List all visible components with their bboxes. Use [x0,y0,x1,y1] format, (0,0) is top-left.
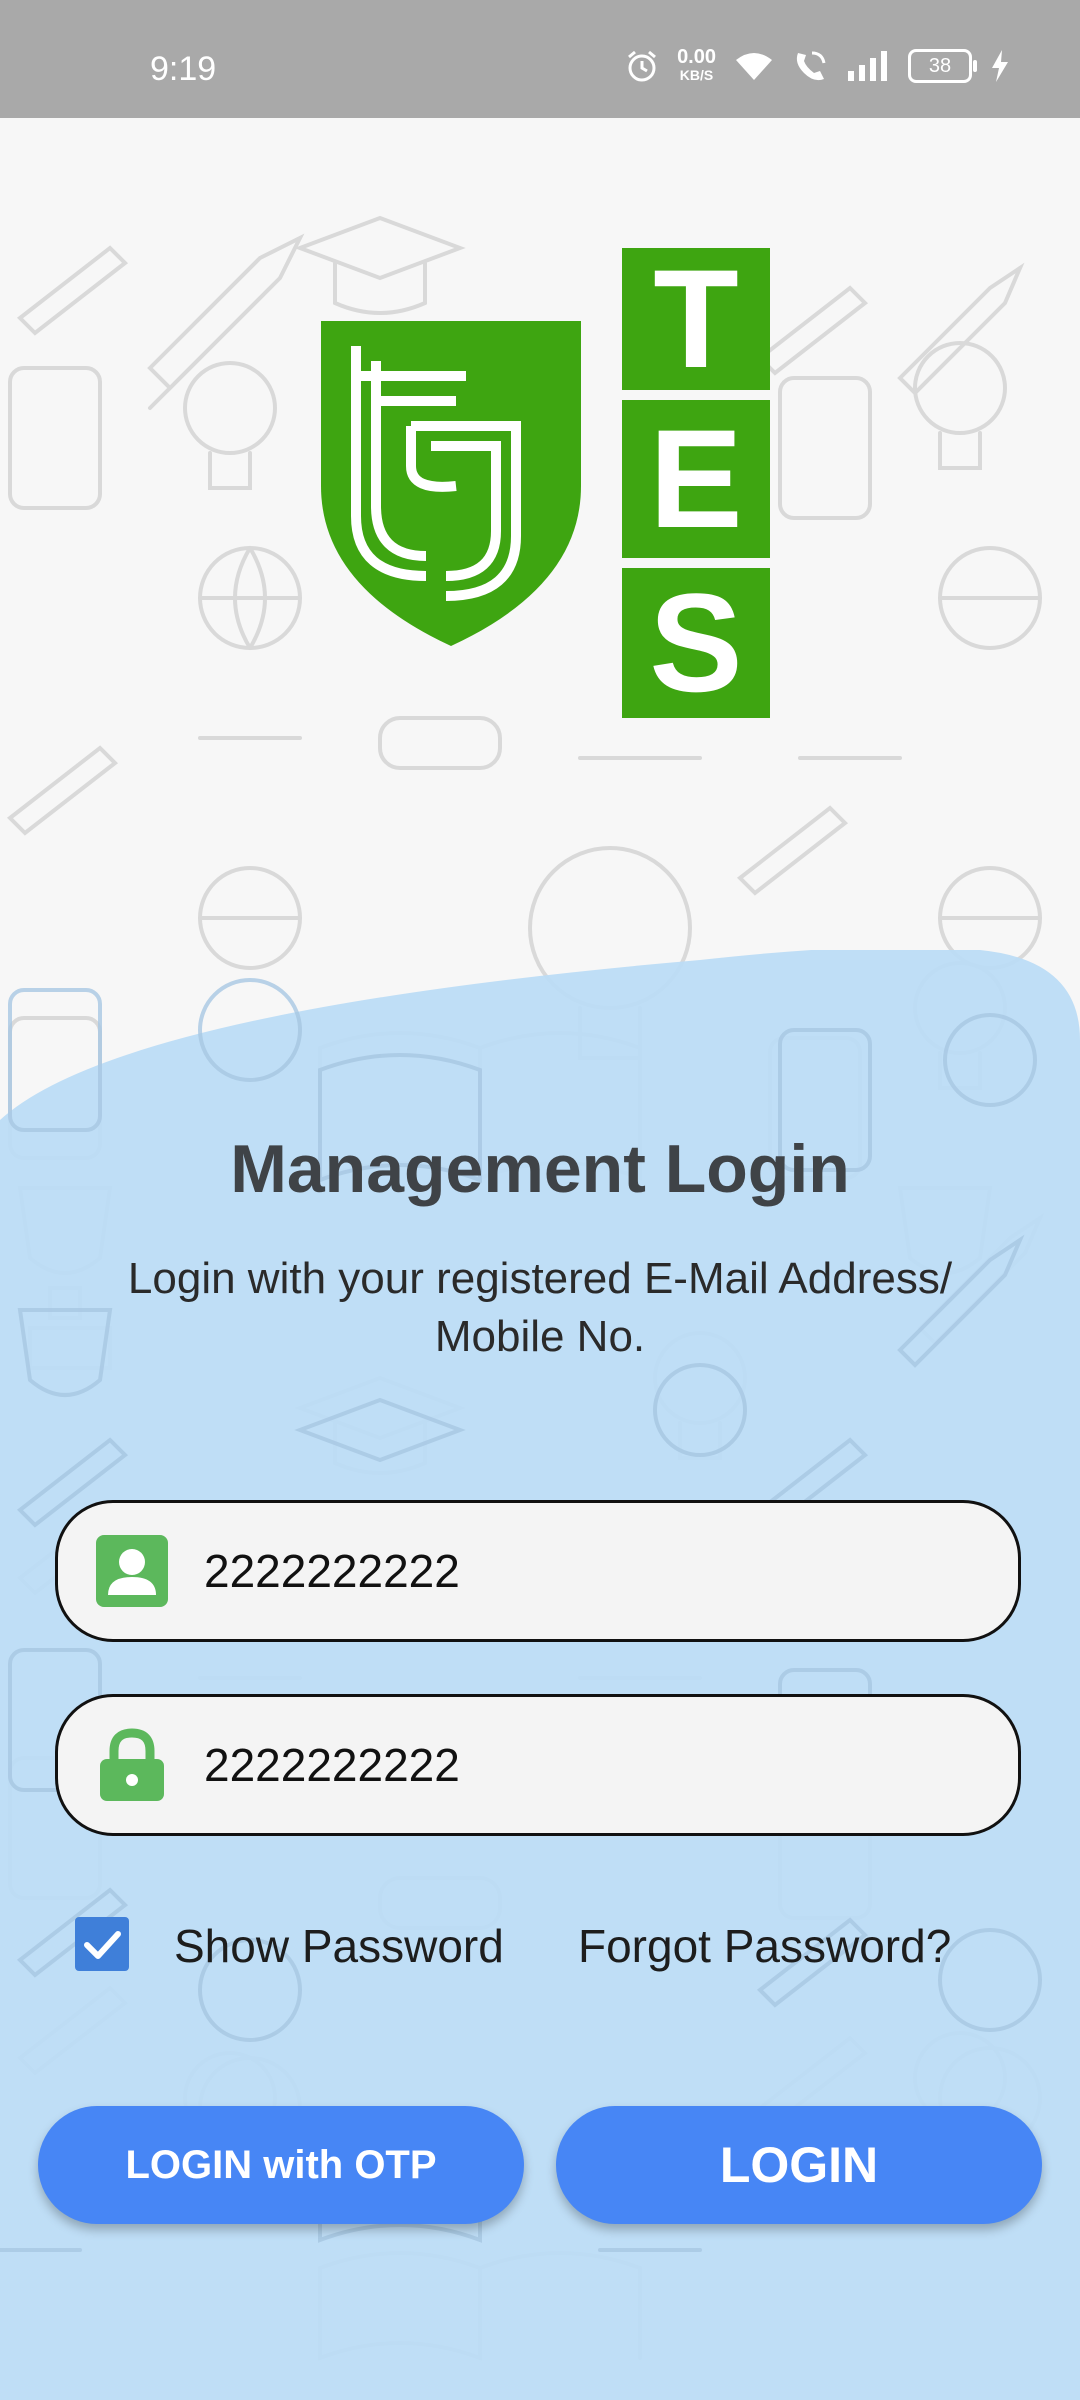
status-bar: 9:19 0.00 KB/S 38 [0,0,1080,118]
net-speed: 0.00 KB/S [677,46,716,84]
charging-icon [992,50,1008,82]
login-button[interactable]: LOGIN [556,2106,1042,2224]
alarm-icon [628,50,657,82]
wifi-icon [736,53,772,80]
shield-emblem [321,321,581,646]
checkmark-icon [84,1931,121,1959]
login-instructions-line2: Mobile No. [434,1312,646,1361]
page-title: Management Login [230,1131,850,1207]
password-input[interactable] [202,1737,1018,1793]
status-icons: 0.00 KB/S 38 [625,46,1010,84]
login-instructions-line1: Login with your registered E-Mail Addres… [127,1254,953,1303]
username-field[interactable] [55,1500,1021,1642]
logo-letter-t: T [622,240,770,397]
wifi-call-icon [796,51,826,81]
login-options-row: Show Password Forgot Password? [0,1915,1080,1975]
show-password-label[interactable]: Show Password [174,1919,504,1973]
lock-icon [100,1728,164,1801]
password-field[interactable] [55,1694,1021,1836]
battery-icon: 38 [908,49,977,83]
show-password-checkbox[interactable] [75,1917,129,1971]
user-icon [96,1535,168,1607]
battery-level: 38 [928,54,952,77]
net-speed-value: 0.00 [677,46,716,68]
logo-letter-e: E [622,400,770,558]
status-time: 9:19 [150,50,217,88]
username-input[interactable] [202,1543,1018,1599]
login-instructions: Login with your registered E-Mail Addres… [60,1250,1020,1366]
logo-letter-s: S [622,564,770,721]
login-with-otp-button[interactable]: LOGIN with OTP [38,2106,524,2224]
school-logo: T E S [316,240,776,721]
forgot-password-link[interactable]: Forgot Password? [578,1919,951,1973]
net-speed-unit: KB/S [679,67,714,83]
signal-icon [848,51,887,81]
